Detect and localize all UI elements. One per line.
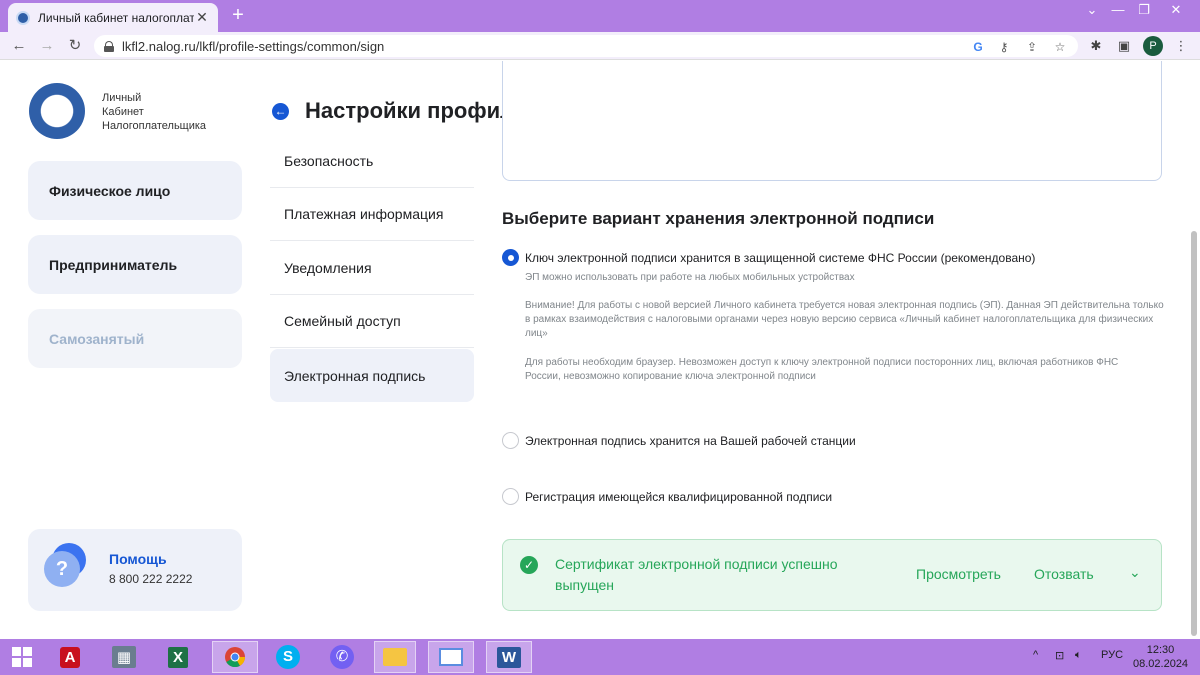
settings-menu-notifications[interactable]: Уведомления [270,242,474,295]
radio-qualified-signature[interactable] [502,488,519,505]
more-menu-icon[interactable]: ⋮ [1172,37,1190,55]
sidebar-item-individual[interactable]: Физическое лицо [28,161,242,220]
page-title: Настройки профиля [305,98,527,123]
start-button[interactable] [4,641,40,673]
skype-icon[interactable]: S [270,641,306,673]
logo-text[interactable]: Личный Кабинет Налогоплательщика [102,91,206,133]
url-text: lkfl2.nalog.ru/lkfl/profile-settings/com… [122,38,385,54]
option-note-browser: Для работы необходим браузер. Невозможен… [525,357,1119,382]
section-title: Выберите вариант хранения электронной по… [502,209,935,228]
chrome-icon[interactable] [212,641,258,673]
extensions-icon[interactable]: ✱ [1087,37,1105,55]
new-tab-button[interactable]: + [228,5,248,25]
help-icon: ? [44,543,88,587]
browser-tab[interactable]: Личный кабинет налогоплател ✕ [8,3,218,32]
revoke-certificate-link[interactable]: Отозвать [1034,566,1094,582]
sidebar-item-entrepreneur[interactable]: Предприниматель [28,235,242,294]
key-icon[interactable]: ⚷ [996,39,1012,55]
google-icon[interactable]: G [970,39,986,55]
option-note-warning: Внимание! Для работы с новой версией Лич… [525,300,1164,339]
screenshot-tool-icon[interactable] [428,641,474,673]
chevron-down-icon[interactable]: ⌄ [1129,564,1141,581]
back-button[interactable]: ← [10,37,28,55]
settings-menu-family-access[interactable]: Семейный доступ [270,295,474,348]
windows-taskbar: A ▦ X S ✆ W ^ ⊡ 🔈︎ РУС 12:30 08.02.2024 [0,639,1200,675]
check-circle-icon: ✓ [520,556,538,574]
reload-button[interactable]: ↻ [66,37,84,55]
success-banner: ✓ Сертификат электронной подписи успешно… [502,539,1162,611]
option-fns-storage-label[interactable]: Ключ электронной подписи хранится в защи… [525,251,1035,265]
bookmark-star-icon[interactable]: ☆ [1052,39,1068,55]
info-box [502,61,1162,181]
excel-icon[interactable]: X [160,641,196,673]
lock-icon[interactable] [104,40,114,52]
volume-icon[interactable]: 🔈︎ [1075,649,1082,662]
restore-button[interactable]: ❐ [1128,0,1160,32]
profile-avatar[interactable]: P [1143,36,1163,56]
tab-close-button[interactable]: ✕ [194,9,210,26]
page-content: Личный Кабинет Налогоплательщика ← Настр… [0,61,1200,639]
option-qualified-signature-label[interactable]: Регистрация имеющейся квалифицированной … [525,490,832,504]
system-clock[interactable]: 12:30 08.02.2024 [1133,643,1188,671]
calculator-icon[interactable]: ▦ [106,641,142,673]
help-phone: 8 800 222 2222 [109,572,193,586]
browser-toolbar: ← → ↻ lkfl2.nalog.ru/lkfl/profile-settin… [0,32,1200,60]
settings-menu-payment[interactable]: Платежная информация [270,188,474,241]
option-note-mobile: ЭП можно использовать при работе на любы… [525,272,855,283]
url-bar[interactable]: lkfl2.nalog.ru/lkfl/profile-settings/com… [94,35,1078,57]
help-title[interactable]: Помощь [109,551,167,567]
back-arrow-icon[interactable]: ← [272,103,289,120]
help-card[interactable]: ? Помощь 8 800 222 2222 [28,529,242,611]
acrobat-icon[interactable]: A [52,641,88,673]
page-scrollbar[interactable] [1191,231,1197,636]
fns-logo[interactable] [29,83,85,139]
network-icon[interactable]: ⊡ [1055,649,1064,662]
option-local-storage-label[interactable]: Электронная подпись хранится на Вашей ра… [525,434,856,448]
sidebar-item-self-employed: Самозанятый [28,309,242,368]
viber-icon[interactable]: ✆ [324,641,360,673]
chevron-up-icon[interactable]: ^ [1033,649,1038,661]
browser-tab-strip: Личный кабинет налогоплател ✕ + ⌄ — ❐ ✕ [0,0,1200,32]
share-icon[interactable]: ⇪ [1024,39,1040,55]
settings-menu-e-signature[interactable]: Электронная подпись [270,349,474,402]
side-panel-icon[interactable]: ▣ [1115,37,1133,55]
language-indicator[interactable]: РУС [1101,649,1123,661]
file-explorer-icon[interactable] [374,641,416,673]
success-message: Сертификат электронной подписи успешно в… [555,556,838,593]
tab-title: Личный кабинет налогоплател [38,10,194,25]
settings-menu-security[interactable]: Безопасность [270,135,474,188]
forward-button[interactable]: → [38,37,56,55]
word-icon[interactable]: W [486,641,532,673]
radio-fns-storage[interactable] [502,249,519,266]
view-certificate-link[interactable]: Просмотреть [916,566,1001,582]
close-window-button[interactable]: ✕ [1160,0,1192,32]
fns-favicon-icon [16,10,30,25]
radio-local-storage[interactable] [502,432,519,449]
